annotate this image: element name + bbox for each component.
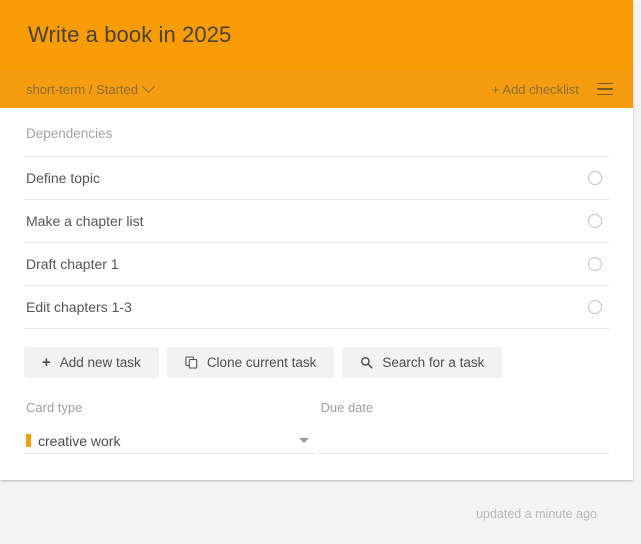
page-title: Write a book in 2025 — [28, 21, 232, 47]
task-label: Draft chapter 1 — [26, 256, 119, 272]
clone-current-task-label: Clone current task — [206, 355, 317, 370]
task-checkbox[interactable] — [588, 214, 602, 228]
task-label: Make a chapter list — [26, 213, 144, 229]
hamburger-bar — [597, 88, 613, 90]
card-type-label: Card type — [26, 400, 83, 415]
task-checkbox[interactable] — [588, 300, 602, 314]
hamburger-bar — [597, 93, 613, 96]
table-row[interactable]: Draft chapter 1 — [24, 243, 609, 286]
card-body: Dependencies Define topic Make a chapter… — [0, 108, 633, 480]
header-actions: + Add checklist — [492, 82, 615, 97]
table-row[interactable]: Define topic — [24, 157, 609, 200]
card-type-select[interactable]: creative work — [24, 428, 315, 454]
add-new-task-label: Add new task — [59, 355, 141, 370]
search-icon — [360, 356, 373, 369]
task-actions-toolbar: + Add new task Clone current task Search… — [24, 329, 609, 378]
card-footer: updated a minute ago — [0, 483, 641, 544]
task-card: Write a book in 2025 short-term / Starte… — [0, 0, 633, 480]
card-type-value-wrap: creative work — [26, 433, 120, 449]
card-header: Write a book in 2025 short-term / Starte… — [0, 0, 633, 108]
card-type-field: Card type creative work — [24, 400, 315, 454]
breadcrumb[interactable]: short-term / Started — [26, 79, 155, 97]
updated-timestamp: updated a minute ago — [476, 506, 597, 521]
plus-icon: + — [42, 354, 51, 371]
card-fields: Card type creative work Due date — [24, 378, 609, 454]
due-date-label: Due date — [320, 400, 374, 415]
task-card-app: Write a book in 2025 short-term / Starte… — [0, 0, 641, 544]
card-title-row: Write a book in 2025 — [0, 0, 633, 70]
card-subheader: short-term / Started + Add checklist — [0, 70, 633, 108]
search-for-a-task-label: Search for a task — [382, 355, 485, 370]
breadcrumb-label: short-term / Started — [26, 81, 138, 97]
due-date-field: Due date — [318, 400, 609, 454]
add-new-task-button[interactable]: + Add new task — [24, 347, 159, 378]
chevron-down-icon — [142, 79, 155, 93]
hamburger-menu-icon[interactable] — [597, 82, 613, 96]
task-checkbox[interactable] — [588, 257, 602, 271]
due-date-input-wrap[interactable] — [318, 428, 609, 454]
clone-current-task-button[interactable]: Clone current task — [166, 347, 335, 378]
task-label: Edit chapters 1-3 — [26, 299, 132, 315]
add-checklist-button[interactable]: + Add checklist — [492, 82, 579, 97]
copy-icon — [185, 356, 198, 369]
task-checkbox[interactable] — [588, 171, 602, 185]
task-label: Define topic — [26, 170, 100, 186]
hamburger-bar — [597, 82, 613, 85]
dependencies-section-label: Dependencies — [24, 108, 609, 157]
search-for-a-task-button[interactable]: Search for a task — [342, 347, 503, 378]
card-type-color-swatch — [26, 434, 31, 447]
table-row[interactable]: Make a chapter list — [24, 200, 609, 243]
table-row[interactable]: Edit chapters 1-3 — [24, 286, 609, 329]
card-type-value: creative work — [38, 432, 121, 449]
caret-down-icon — [298, 438, 309, 443]
